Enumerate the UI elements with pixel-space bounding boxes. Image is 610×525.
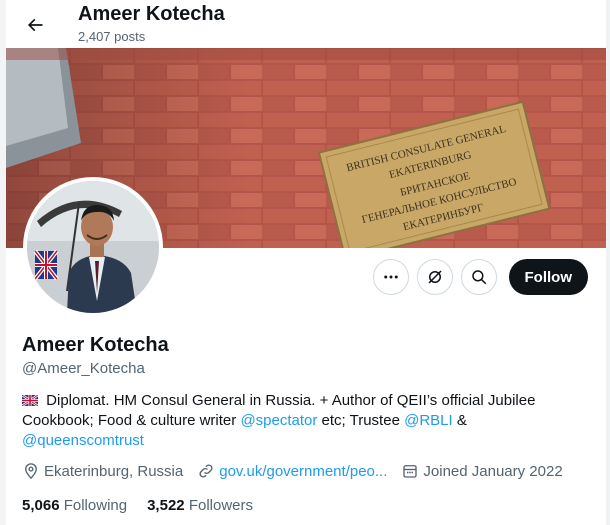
header-profile-name: Ameer Kotecha — [78, 3, 225, 25]
link-icon — [199, 464, 213, 478]
back-button[interactable] — [18, 8, 52, 42]
header-post-count: 2,407 posts — [78, 29, 146, 44]
avatar-image — [27, 181, 159, 313]
joined-text: Joined January 2022 — [423, 462, 563, 480]
location-text: Ekaterinburg, Russia — [44, 462, 184, 480]
website-item[interactable]: gov.uk/government/peo... — [197, 462, 387, 480]
profile-display-name: Ameer Kotecha — [22, 334, 169, 356]
window-edge-right — [606, 0, 610, 525]
profile-meta: Ekaterinburg, Russia gov.uk/government/p… — [22, 462, 577, 480]
following-label: Following — [63, 497, 128, 514]
bio-mention-spectator[interactable]: @spectator — [240, 412, 317, 429]
search-button[interactable] — [460, 259, 497, 295]
follow-button[interactable]: Follow — [508, 259, 588, 295]
uk-flag-icon — [22, 395, 38, 406]
joined-item: Joined January 2022 — [401, 462, 563, 480]
followers-label: Followers — [188, 497, 253, 514]
location-pin-icon — [25, 463, 37, 480]
location-item: Ekaterinburg, Russia — [22, 462, 183, 480]
followers-link[interactable]: 3,522 Followers — [147, 497, 253, 514]
more-button[interactable] — [372, 259, 409, 295]
search-icon — [471, 270, 486, 285]
calendar-icon — [403, 465, 418, 478]
followers-count: 3,522 — [147, 497, 185, 514]
following-count: 5,066 — [22, 497, 60, 514]
grok-button[interactable] — [416, 259, 453, 295]
profile-handle: @Ameer_Kotecha — [22, 360, 145, 377]
profile-bio: Diplomat. HM Consul General in Russia. +… — [22, 391, 582, 451]
bio-text-2: etc; Trustee — [317, 412, 405, 429]
more-dots-icon — [383, 275, 398, 279]
bio-text-3: & — [452, 412, 467, 429]
bio-mention-queenscomtrust[interactable]: @queenscomtrust — [22, 432, 144, 449]
back-arrow-icon — [27, 18, 43, 32]
following-link[interactable]: 5,066 Following — [22, 497, 127, 514]
profile-stats: 5,066 Following 3,522 Followers — [22, 497, 273, 514]
profile-header-bar: Ameer Kotecha 2,407 posts — [6, 0, 606, 48]
avatar[interactable] — [23, 177, 163, 317]
website-link[interactable]: gov.uk/government/peo... — [219, 463, 387, 480]
profile-actions: Follow — [372, 259, 588, 295]
grok-icon — [427, 270, 442, 284]
bio-mention-rbli[interactable]: @RBLI — [404, 412, 453, 429]
